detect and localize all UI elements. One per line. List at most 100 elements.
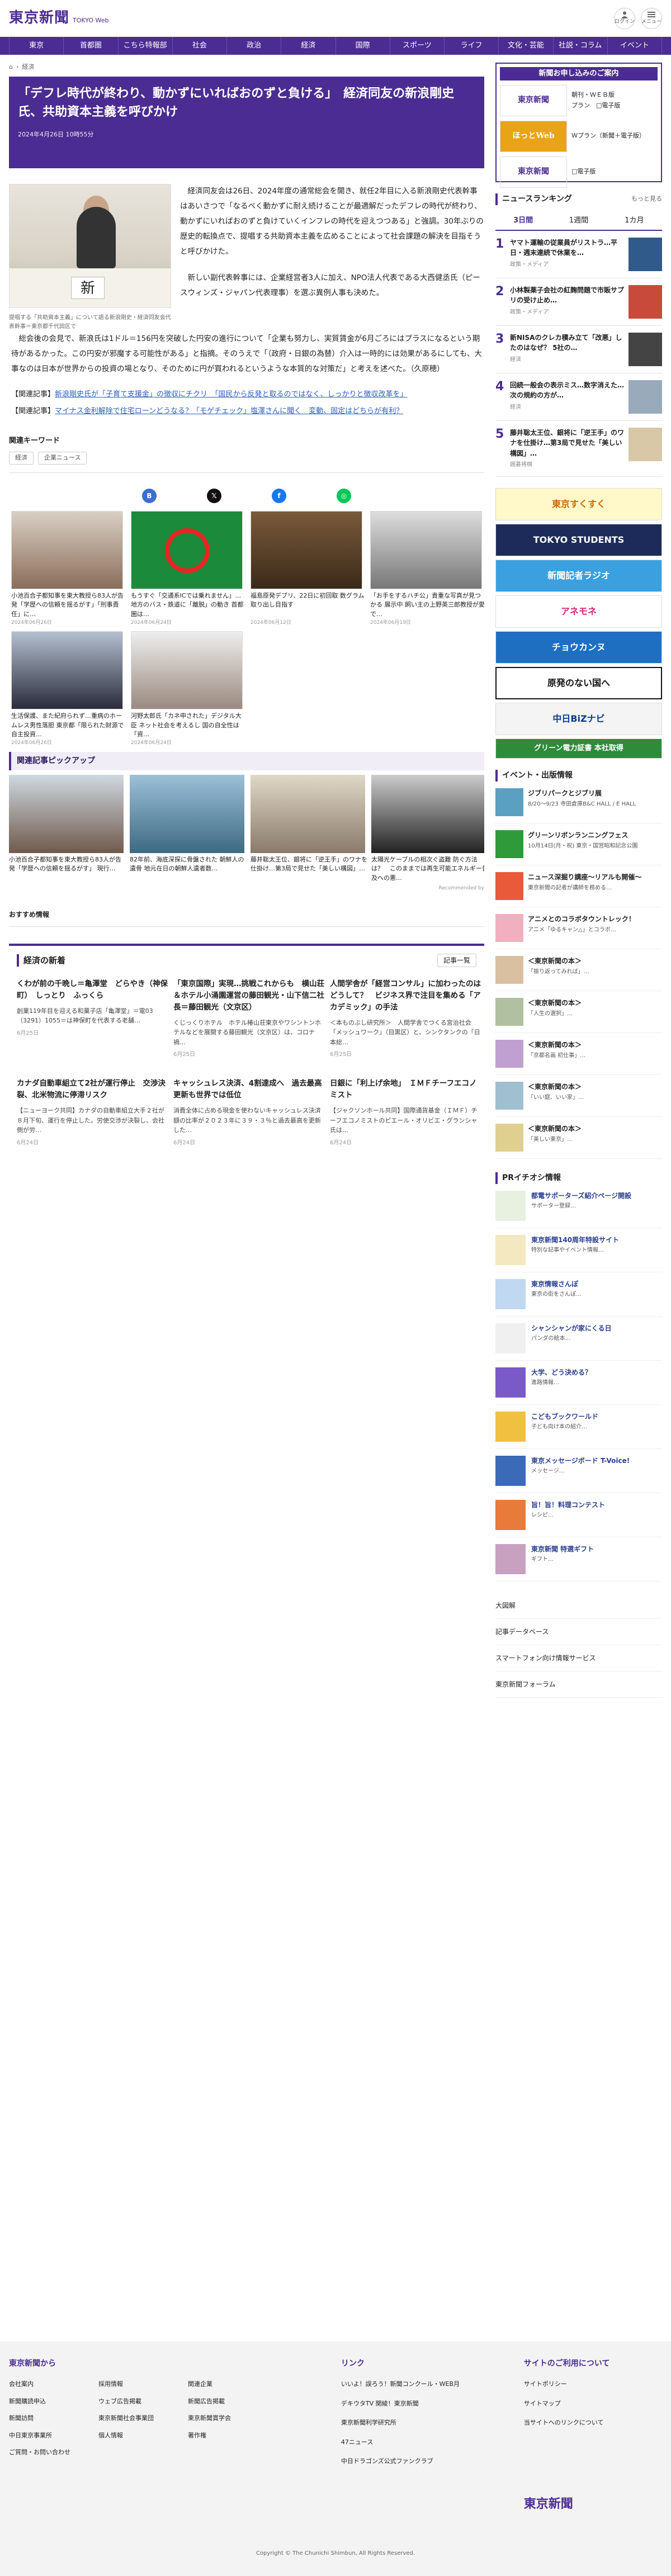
gnav-tokyo[interactable]: 東京 <box>9 37 64 55</box>
pickup-item[interactable]: 藤井聡太王位、銀将に「逆王手」のワナを仕掛け…第3局で見せた「美しい構図」… <box>251 774 368 883</box>
tab-1week[interactable]: 1週間 <box>551 212 606 230</box>
footer-link[interactable]: サイトマップ <box>524 2399 662 2409</box>
footer-link[interactable]: 当サイトへのリンクについて <box>524 2418 662 2428</box>
ranking-item[interactable]: 4 回続一般会の表示ミス…数字消えた…次の規約の方が… 経済 <box>495 373 662 421</box>
gnav-shakai[interactable]: 社会 <box>173 37 227 55</box>
gnav-shutoken[interactable]: 首都圏 <box>64 37 119 55</box>
economy-article[interactable]: くわが前の千晩し＝亀澤堂 どらやき（神保町） しっとり ふっくら 創業119年目を… <box>17 978 168 1059</box>
banner-bizunavi[interactable]: 中日BiZナビ <box>495 702 662 735</box>
subscription-ad[interactable]: 新聞お申し込みのご案内 東京新聞 朝刊・ＷＥＢ版 プラン □電子版 ほっとWeb Ｗプ… <box>495 63 662 188</box>
article-list-button[interactable]: 記事一覧 <box>437 953 476 967</box>
gnav-kokusai[interactable]: 国際 <box>336 37 390 55</box>
footer-link[interactable]: 東京新聞社会事業団 <box>98 2414 182 2423</box>
related-link[interactable]: マイナス金利解除で住宅ローンどうなる？「モゲチェック」塩澤さんに聞く 変動、固定… <box>55 407 403 415</box>
pr-item[interactable]: 東京新聞140周年特設サイト 特別な記事やイベント情報… <box>495 1228 662 1272</box>
thumb-item[interactable]: 河野太郎氏「カネ申された」デジタル大臣 ネット社会を考えるし 国の自全性は「資…… <box>131 631 247 747</box>
event-item[interactable]: アニメとのコラボタウントレック！ アニメ「ゆるキャン△」とコラボ… <box>495 907 662 949</box>
event-item[interactable]: ＜東京新聞の本＞ 「京都名画 初仕事」… <box>495 1033 662 1075</box>
banner-anemone[interactable]: アネモネ <box>495 595 662 628</box>
footer-link[interactable]: 47ニュース <box>341 2438 502 2447</box>
keyword-tag[interactable]: 経済 <box>9 452 34 465</box>
ranking-item[interactable]: 2 小林製薬子会社の紅麹問題で市販サプリの受け止め… 政策・メディア <box>495 278 662 326</box>
sidebar-link[interactable]: 大図解 <box>495 1593 662 1619</box>
footer-link[interactable]: サイトポリシー <box>524 2380 662 2389</box>
footer-link[interactable]: 東京新聞賞学会 <box>188 2414 272 2423</box>
footer-link[interactable]: ウェブ広告掲載 <box>98 2397 182 2407</box>
pr-item[interactable]: 東京新聞 特選ギフト ギフト… <box>495 1537 662 1581</box>
gnav-life[interactable]: ライフ <box>445 37 499 55</box>
banner-choukannu[interactable]: チョウカンヌ <box>495 631 662 664</box>
photo-image[interactable]: 新 <box>9 183 171 308</box>
event-item[interactable]: ＜東京新聞の本＞ 「美しい東京」… <box>495 1117 662 1159</box>
pr-item[interactable]: 都電サポーターズ紹介ページ開設 サポーター登録… <box>495 1184 662 1228</box>
pr-item[interactable]: 大学、どう決める？ 進路情報… <box>495 1361 662 1405</box>
ranking-item[interactable]: 5 藤井聡太王位、銀将に「逆王手」のワナを仕掛け…第3局で見せた「美しい構図」… 囲… <box>495 421 662 477</box>
footer-link[interactable]: 著作権 <box>188 2431 272 2441</box>
line-share-icon[interactable]: ◎ <box>337 488 351 503</box>
home-icon[interactable]: ⌂ <box>9 63 13 72</box>
footer-link[interactable]: 個人情報 <box>98 2431 182 2441</box>
footer-link[interactable]: 関連企業 <box>188 2380 272 2389</box>
banner-green[interactable]: グリーン電力証書 本社取得 <box>495 738 662 759</box>
facebook-share-icon[interactable]: f <box>272 488 286 503</box>
pr-item[interactable]: 東京メッセージボード T-Voice! メッセージ… <box>495 1449 662 1493</box>
event-item[interactable]: ＜東京新聞の本＞ 「いい庭、いい家」… <box>495 1075 662 1117</box>
thumb-item[interactable]: 生活保護、また紀府られず…重病のホームレス男性落胆 東京都「限られた財源で自主投… <box>11 631 127 747</box>
thumb-item[interactable]: 「お手をするハチ公」貴重な写真が見つかる 展示中 飼い主の上野英三郎教授が愛で…… <box>370 510 484 627</box>
footer-logo[interactable]: 東京新聞 <box>524 2495 662 2513</box>
site-logo[interactable]: 東京新聞 <box>9 7 69 29</box>
tab-1month[interactable]: 1カ月 <box>607 212 662 230</box>
footer-link[interactable]: デキウタTV 関綾！東京新聞 <box>341 2399 502 2409</box>
pr-item[interactable]: シャンシャンが家にくる日 パンダの絵本… <box>495 1317 662 1361</box>
tab-3days[interactable]: 3日間 <box>495 212 551 230</box>
thumb-item[interactable]: 福島原発デブリ、22日に初回取 数グラム取り出し目指す 2024年06月12日 <box>251 510 367 627</box>
pickup-item[interactable]: 太陽光ケーブルの相次ぐ盗難 防ぐ方法は？ このままでは再生可能エネルギー普及への… <box>371 774 484 883</box>
gnav-bunka[interactable]: 文化・芸能 <box>499 37 554 55</box>
banner-genpatsu[interactable]: 原発のない国へ <box>495 666 662 699</box>
keyword-tag[interactable]: 企業ニュース <box>38 452 87 465</box>
footer-link[interactable]: 会社案内 <box>9 2380 93 2389</box>
footer-link[interactable]: 中日ドラゴンズ公式ファンクラブ <box>341 2457 502 2466</box>
thumb-item[interactable]: もうすぐ「交通系ICでは乗れません」…地方のバス・鉄道に「離脱」の動き 首都圏は… <box>131 510 247 627</box>
banner-radio[interactable]: 新聞記者ラジオ <box>495 559 662 592</box>
economy-article[interactable]: カナダ自動車組立て2社が運行停止 交渉決裂、北米物流に停滞リスク 【ニューヨーク共… <box>17 1078 168 1147</box>
ranking-item[interactable]: 3 新NISAのクレカ積み立て「改悪」したのはなぜ？ 5社の… 経済 <box>495 326 662 373</box>
footer-link[interactable]: ご質問・お問い合わせ <box>9 2448 93 2457</box>
gnav-keizai[interactable]: 経済 <box>281 37 336 55</box>
economy-article[interactable]: 日銀に「利上げ余地」 ＩＭＦチーフエコノミスト 【ジャクソンホール共同】国際通貨基… <box>330 1078 481 1147</box>
x-share-icon[interactable]: 𝕏 <box>207 488 221 503</box>
gnav-seiji[interactable]: 政治 <box>227 37 282 55</box>
footer-link[interactable]: 中日東京事業所 <box>9 2431 93 2441</box>
footer-link[interactable]: いいよ！誤ろう！新聞コンクール・WEB月 <box>341 2380 502 2389</box>
event-item[interactable]: ＜東京新聞の本＞ 「人生の選択」… <box>495 991 662 1033</box>
footer-link[interactable]: 新聞購読申込 <box>9 2397 93 2407</box>
pickup-item[interactable]: 小池百合子都知事を東大教授ら83人が告発「学歴への信頼を揺るがす」 現行… <box>9 774 126 883</box>
pr-item[interactable]: こどもブックワールド 子ども向け本の紹介… <box>495 1405 662 1449</box>
event-item[interactable]: ニュース深掘り講座〜リアルも開催〜 東京新聞の記者が講師を務める… <box>495 865 662 907</box>
event-item[interactable]: グリーンリボンランニングフェス 10月14日(月・祝) 東京・国営昭和記念公園 <box>495 823 662 865</box>
thumb-item[interactable]: 小池百合子都知事を東大教授ら83人が告発「学歴への信頼を揺るがす」「刑事責任」に… <box>11 510 127 627</box>
footer-link[interactable]: 新聞訪問 <box>9 2414 93 2423</box>
gnav-tokuhoubu[interactable]: こちら特報部 <box>119 37 173 55</box>
menu-button[interactable]: メニュー <box>641 7 662 29</box>
banner-students[interactable]: TOKYO STUDENTS <box>495 523 662 556</box>
banner-sukusuku[interactable]: 東京すくすく <box>495 487 662 520</box>
sidebar-link[interactable]: 東京新聞フォーラム <box>495 1671 662 1698</box>
gnav-shasetsu[interactable]: 社説・コラム <box>554 37 608 55</box>
economy-article[interactable]: キャッシュレス決済、4割達成へ 過去最高更新も世界では低位 消費全体に占める現金を… <box>173 1078 324 1147</box>
login-button[interactable]: ログイン <box>614 7 635 29</box>
economy-article[interactable]: 「東京国際」実現…挑戦これからも 横山荘＆ホテル小涌園運営の藤田観光・山下信二社… <box>173 978 324 1059</box>
sidebar-link[interactable]: 記事データベース <box>495 1619 662 1645</box>
footer-link[interactable]: 採用情報 <box>98 2380 182 2389</box>
ranking-item[interactable]: 1 ヤマト運輸の従業員がリストラ…平日・週末連続で休業を… 政策・メディア <box>495 231 662 278</box>
gnav-event[interactable]: イベント <box>608 37 662 55</box>
event-item[interactable]: ＜東京新聞の本＞ 「振り返ってみれば」… <box>495 949 662 991</box>
breadcrumb-economy[interactable]: 経済 <box>22 63 34 72</box>
event-item[interactable]: ジブリパークとジブリ展 8/20〜9/23 寺田倉庫B&C HALL / E HA… <box>495 782 662 823</box>
sidebar-link[interactable]: スマートフォン向け情報サービス <box>495 1645 662 1671</box>
footer-link[interactable]: 東京新聞利学研究所 <box>341 2418 502 2428</box>
footer-link[interactable]: 新聞広告掲載 <box>188 2397 272 2407</box>
related-link[interactable]: 新浪剛史氏が「子育て支援金」の徴収にチクリ 「国民から反発と取るのではなく、しっ… <box>55 390 408 399</box>
pr-item[interactable]: 東京情報さんぽ 東京の街をさんぽ… <box>495 1272 662 1317</box>
economy-article[interactable]: 人間学舎が「経営コンサル」に加わったのはどうして？ ビジネス界で注目を集める「ア… <box>330 978 481 1059</box>
